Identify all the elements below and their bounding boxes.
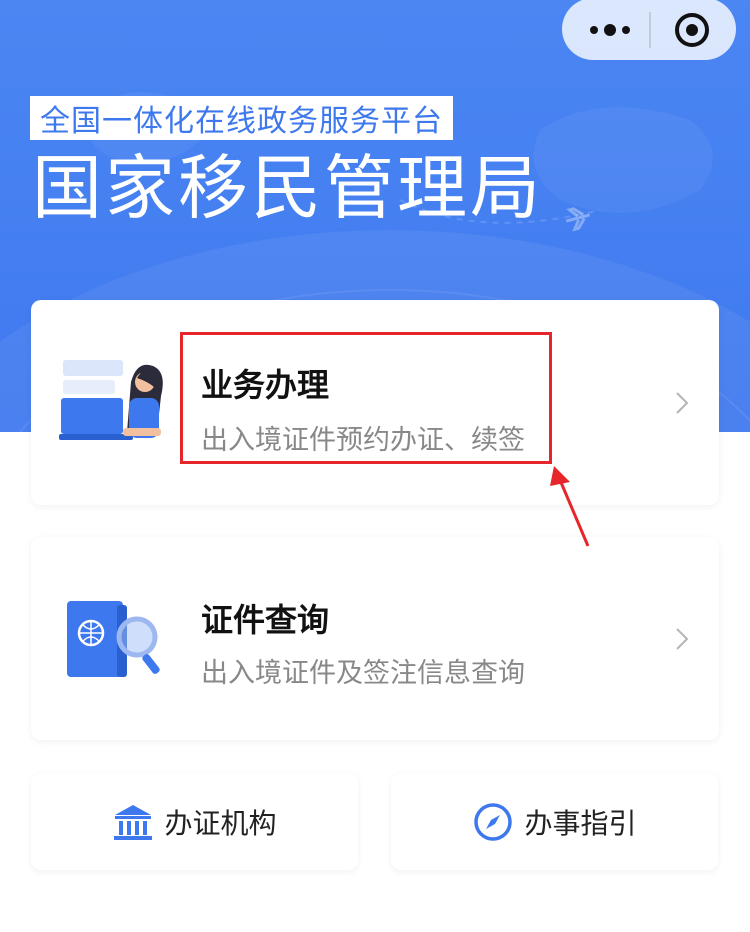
button-label: 办证机构 xyxy=(164,806,277,840)
platform-subtitle: 全国一体化在线政务服务平台 xyxy=(40,104,443,139)
platform-subtitle-box: 全国一体化在线政务服务平台 xyxy=(30,96,453,140)
page-title: 国家移民管理局 xyxy=(32,147,543,229)
certificate-query-card[interactable]: 证件查询 出入境证件及签注信息查询 xyxy=(31,537,719,740)
card-description: 出入境证件及签注信息查询 xyxy=(201,658,525,689)
passport-search-illustration xyxy=(67,601,160,677)
office-locations-button[interactable]: 办证机构 xyxy=(31,773,358,870)
service-guide-button[interactable]: 办事指引 xyxy=(391,773,718,870)
chevron-right-icon xyxy=(676,627,689,650)
more-dots-icon[interactable] xyxy=(580,6,640,54)
capsule-divider xyxy=(649,12,651,48)
highlight-annotation-box xyxy=(180,332,552,464)
chevron-right-icon xyxy=(676,391,689,414)
card-title: 证件查询 xyxy=(201,601,330,639)
annotation-arrow xyxy=(550,466,590,547)
target-close-icon[interactable] xyxy=(664,6,720,54)
person-laptop-illustration xyxy=(59,360,163,440)
button-label: 办事指引 xyxy=(524,806,637,840)
bank-building-icon xyxy=(114,804,153,840)
compass-icon xyxy=(474,802,513,841)
